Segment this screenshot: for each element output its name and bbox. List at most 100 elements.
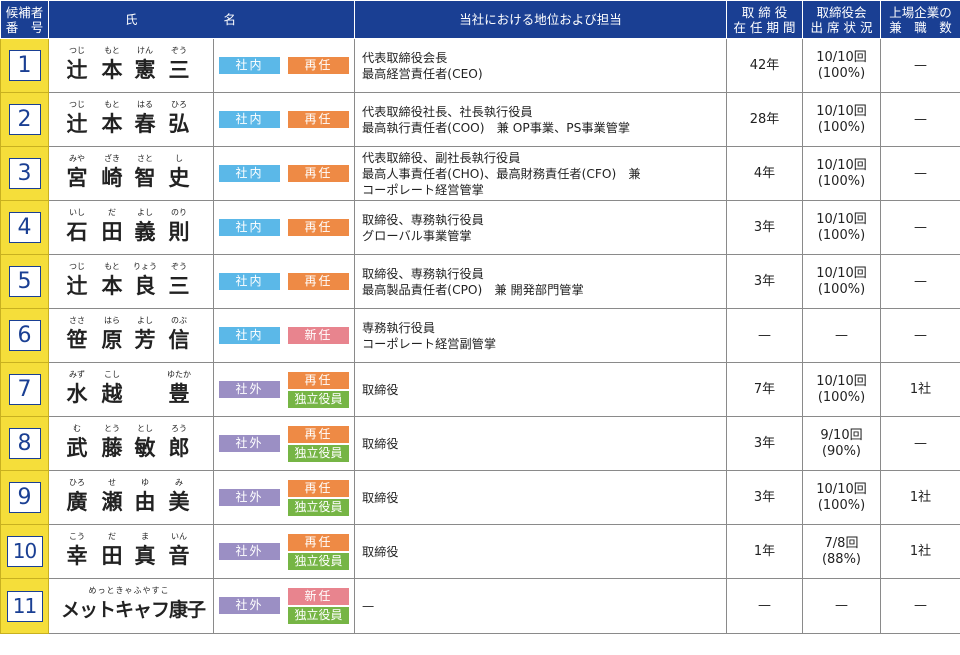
name-char-reading: みや [69, 154, 85, 163]
name-char-reading: もと [104, 46, 120, 55]
candidate-tags: 社外 再任 独立役員 [213, 524, 355, 579]
name-char: 崎 [101, 166, 123, 190]
name-char-reading: みず [69, 370, 85, 379]
candidate-row: 4 いしだよし のり石田義則社内 再任 取締役、専務執行役員 グローバル事業管掌 3年 10/… [0, 200, 960, 255]
name-char: 由 [134, 490, 156, 514]
candidate-concurrent-posts: — [880, 38, 960, 93]
independent-badge: 独立役員 [288, 553, 349, 570]
name-char: 春 [134, 112, 156, 136]
attendance-line: 10/10回 [816, 211, 867, 227]
attendance-line: (100%) [817, 173, 866, 189]
name-reading: めっときゃふやすこ [49, 585, 213, 595]
candidate-name: つじ もと けん ぞう辻本憲三 [48, 38, 214, 93]
header-no: 候補者番 号 [0, 0, 49, 39]
name-char: 瀬 [101, 490, 123, 514]
candidate-position: 取締役、専務執行役員 グローバル事業管掌 [354, 200, 727, 255]
candidate-number-cell: 11 [0, 578, 49, 634]
candidate-concurrent-posts: — [880, 308, 960, 363]
candidate-row: 3 みや ざき さとし宮崎智史社内 再任 代表取締役、副社長執行役員 最高人事責任者(CHO… [0, 146, 960, 201]
candidate-tags: 社外 再任 独立役員 [213, 362, 355, 417]
candidate-concurrent-posts: 1社 [880, 524, 960, 579]
name-char-reading: ぞう [171, 262, 187, 271]
candidate-number: 8 [8, 428, 41, 459]
candidate-number-cell: 2 [0, 92, 49, 147]
candidate-position: 取締役 [354, 524, 727, 579]
candidate-tenure: 3年 [726, 416, 803, 471]
candidate-row: 2 つじ もと はる ひろ辻本春弘社内 再任 代表取締役社長、社長執行役員 最高執行責任者(C… [0, 92, 960, 147]
candidate-attendance: 10/10回 (100%) [802, 254, 881, 309]
candidate-row: 10 こうだまいん幸田真音社外 再任 独立役員 取締役 1年 7/8回 (88%) 1社 [0, 524, 960, 579]
candidate-row: 1 つじ もと けん ぞう辻本憲三社内 再任 代表取締役会長 最高経営責任者(CEO) 42年 1… [0, 38, 960, 93]
reappointment-badge: 再任 [288, 165, 349, 182]
candidate-attendance: 10/10回 (100%) [802, 92, 881, 147]
candidate-name: いし だ よし のり石田義則 [48, 200, 214, 255]
reappointment-badge: 再任 [288, 273, 349, 290]
candidate-position: 取締役 [354, 470, 727, 525]
name-char-reading: さと [137, 154, 153, 163]
name-char-reading: のぶ [171, 316, 187, 325]
internal-badge: 社内 [219, 327, 280, 344]
candidate-attendance: — [802, 578, 881, 634]
candidate-number: 7 [8, 374, 41, 405]
name-char: 宮 [66, 166, 88, 190]
attendance-line: 10/10回 [816, 265, 867, 281]
candidate-row: 6 ささ はら よし のぶ笹原芳信社内 新任 専務執行役員 コーポレート経営副管掌 — — — [0, 308, 960, 363]
candidate-name: ささ はら よし のぶ笹原芳信 [48, 308, 214, 363]
name-char: 史 [168, 166, 190, 190]
name-char-reading: だ [108, 208, 116, 217]
name-char: 本 [101, 274, 123, 298]
candidate-attendance: 10/10回 (100%) [802, 146, 881, 201]
name-reading: こう だ ま いん [49, 531, 213, 541]
candidate-number: 4 [8, 212, 41, 243]
name-kanji: メットキャフ康子 [49, 597, 213, 623]
candidate-attendance: 10/10回 (100%) [802, 362, 881, 417]
name-char-reading: ま [141, 532, 149, 541]
name-char-reading: ゆ [141, 478, 149, 487]
candidate-number-cell: 10 [0, 524, 49, 579]
name-char-reading: よし [137, 316, 153, 325]
candidate-tags: 社内 再任 [213, 254, 355, 309]
name-char-reading: もと [104, 100, 120, 109]
independent-badge: 独立役員 [288, 445, 349, 462]
candidate-name: つじ もと りょう ぞう辻本良三 [48, 254, 214, 309]
candidate-number-cell: 4 [0, 200, 49, 255]
name-reading-line: めっときゃふやすこ [88, 586, 170, 595]
name-reading: つじ もと りょう ぞう [49, 261, 213, 271]
name-char: 武 [66, 436, 88, 460]
name-kanji: 宮崎智史 [49, 165, 213, 191]
attendance-line: — [835, 327, 848, 343]
position-line: コーポレート経営管掌 [362, 182, 484, 197]
candidate-number: 11 [6, 590, 43, 622]
candidate-number-cell: 1 [0, 38, 49, 93]
name-char: 本 [101, 58, 123, 82]
candidate-attendance: 9/10回 (90%) [802, 416, 881, 471]
name-char-reading: ろう [171, 424, 187, 433]
attendance-line: (100%) [817, 65, 866, 81]
new-appointment-badge: 新任 [288, 327, 349, 344]
name-char-reading: こう [69, 532, 85, 541]
candidate-concurrent-posts: 1社 [880, 362, 960, 417]
name-char-reading: よし [137, 208, 153, 217]
position-line: 代表取締役、副社長執行役員 [362, 150, 521, 165]
header-concurrent: 上場企業の兼 職 数 [880, 0, 960, 39]
candidate-tenure: 3年 [726, 470, 803, 525]
name-char: 智 [134, 166, 156, 190]
candidate-position: 代表取締役、副社長執行役員 最高人事責任者(CHO)、最高財務責任者(CFO) 兼… [354, 146, 727, 201]
candidate-concurrent-posts: — [880, 578, 960, 634]
name-kanji: 武藤敏郎 [49, 435, 213, 461]
name-char-reading: のり [171, 208, 187, 217]
candidate-name: む とう とし ろう武藤敏郎 [48, 416, 214, 471]
candidate-attendance: 10/10回 (100%) [802, 470, 881, 525]
name-char: 弘 [168, 112, 190, 136]
name-char-reading: つじ [69, 262, 85, 271]
position-line: 取締役 [362, 490, 399, 505]
attendance-line: 10/10回 [816, 373, 867, 389]
candidate-concurrent-posts: — [880, 92, 960, 147]
name-reading: つじ もと けん ぞう [49, 45, 213, 55]
name-kanji: 笹原芳信 [49, 327, 213, 353]
name-reading: つじ もと はる ひろ [49, 99, 213, 109]
candidate-tenure: 3年 [726, 200, 803, 255]
name-char-reading: ささ [69, 316, 85, 325]
candidate-tenure: 28年 [726, 92, 803, 147]
name-char: 良 [134, 274, 156, 298]
